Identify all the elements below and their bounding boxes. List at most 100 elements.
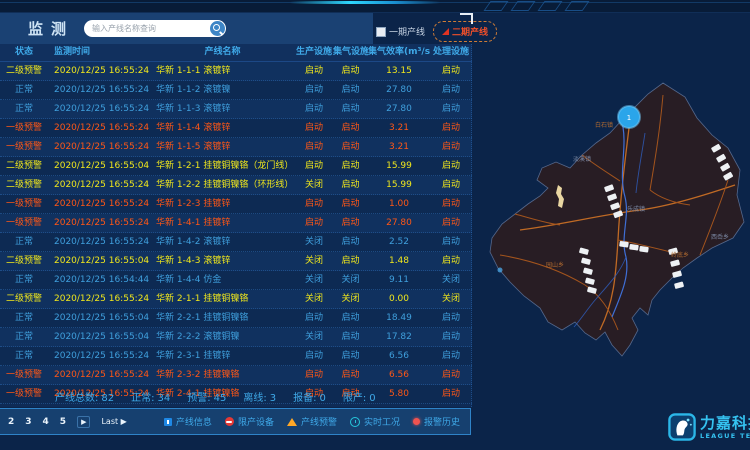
place-label: 西岙乡 [711, 233, 729, 241]
phase1-checkbox[interactable]: 一期产线 [376, 25, 425, 38]
summary-item: 离线:3 [243, 389, 276, 404]
treatment-cell: 启动 [430, 81, 472, 99]
cluster-marker[interactable]: 1 [618, 106, 640, 128]
brand-text: 力嘉科技 LEAGUE TECH [700, 415, 750, 440]
page-button[interactable]: 3 [25, 417, 31, 427]
time-cell: 2020/12/25 16:55:24 [48, 290, 150, 308]
search-box[interactable] [84, 20, 226, 37]
bottom-bar: 2 3 4 5 ▶ Last ▶ 产线信息 限产设备 产线预警 实时工况 报警历史 [0, 408, 471, 435]
line-name-cell: 华新 1-2-1 挂镀铜镍铬（龙门线） [150, 157, 295, 175]
table-row[interactable]: 一级预警 2020/12/25 16:55:24 华新 1-1-5 滚镀锌 启动… [0, 138, 472, 157]
place-label: 岭底乡 [671, 251, 689, 259]
efficiency-cell: 6.56 [368, 366, 430, 384]
time-cell: 2020/12/25 16:55:24 [48, 214, 150, 232]
column-header: 生产设施 [295, 44, 333, 61]
production-facility-cell: 关闭 [295, 176, 333, 194]
table-row[interactable]: 二级预警 2020/12/25 16:55:04 华新 1-4-3 滚镀锌 关闭… [0, 252, 472, 271]
legend-item[interactable]: 实时工况 [350, 415, 400, 428]
status-cell: 二级预警 [0, 290, 48, 308]
last-page-button[interactable]: Last ▶ [101, 417, 126, 426]
treatment-cell: 启动 [430, 100, 472, 118]
treatment-cell: 启动 [430, 62, 472, 80]
search-icon[interactable] [210, 21, 225, 36]
gas-facility-cell: 启动 [333, 233, 368, 251]
table-row[interactable]: 二级预警 2020/12/25 16:55:24 华新 2-1-1 挂镀铜镍铬 … [0, 290, 472, 309]
production-facility-cell: 关闭 [295, 252, 333, 270]
status-cell: 正常 [0, 100, 48, 118]
efficiency-cell: 17.82 [368, 328, 430, 346]
table-row[interactable]: 正常 2020/12/25 16:55:24 华新 1-1-3 滚镀锌 启动 启… [0, 100, 472, 119]
table-row[interactable]: 二级预警 2020/12/25 16:55:24 华新 1-2-2 挂镀铜镍铬（… [0, 176, 472, 195]
legend-item[interactable]: 产线信息 [164, 415, 212, 428]
status-cell: 正常 [0, 328, 48, 346]
line-name-cell: 华新 1-2-3 挂镀锌 [150, 195, 295, 213]
table-row[interactable]: 一级预警 2020/12/25 16:55:24 华新 1-4-1 挂镀锌 启动… [0, 214, 472, 233]
legend-item[interactable]: 限产设备 [225, 415, 274, 428]
table-row[interactable]: 一级预警 2020/12/25 16:55:24 华新 1-2-3 挂镀锌 启动… [0, 195, 472, 214]
table-row[interactable]: 二级预警 2020/12/25 16:55:24 华新 1-1-1 滚镀锌 启动… [0, 62, 472, 81]
gas-facility-cell: 启动 [333, 176, 368, 194]
time-cell: 2020/12/25 16:55:24 [48, 100, 150, 118]
gas-facility-cell: 启动 [333, 195, 368, 213]
status-cell: 一级预警 [0, 214, 48, 232]
gas-facility-cell: 启动 [333, 100, 368, 118]
treatment-cell: 启动 [430, 347, 472, 365]
production-facility-cell: 启动 [295, 81, 333, 99]
place-label: 淡溪镇 [573, 155, 591, 163]
pagination: 2 3 4 5 ▶ Last ▶ [0, 416, 127, 428]
table-row[interactable]: 一级预警 2020/12/25 16:55:24 华新 2-3-2 挂镀镍铬 启… [0, 366, 472, 385]
time-cell: 2020/12/25 16:54:44 [48, 271, 150, 289]
time-cell: 2020/12/25 16:55:04 [48, 309, 150, 327]
table-row[interactable]: 正常 2020/12/25 16:55:04 华新 2-2-2 滚镀铜镍 关闭 … [0, 328, 472, 347]
production-facility-cell: 关闭 [295, 233, 333, 251]
page-button[interactable]: 2 [8, 417, 14, 427]
checkbox-icon[interactable] [376, 27, 386, 37]
legend-item[interactable]: 报警历史 [413, 415, 460, 428]
table-row[interactable]: 正常 2020/12/25 16:55:04 华新 2-2-1 挂镀铜镍铬 启动… [0, 309, 472, 328]
time-cell: 2020/12/25 16:55:24 [48, 62, 150, 80]
search-input[interactable] [84, 24, 212, 33]
gas-facility-cell: 启动 [333, 81, 368, 99]
column-header: 集气设施 [333, 44, 368, 61]
table-header: 状态监测时间产线名称生产设施集气设施集气效率(m³/s)处理设施 [0, 44, 472, 62]
page-button[interactable]: 4 [43, 417, 49, 427]
place-label: 白石镇 [595, 121, 613, 129]
table-row[interactable]: 二级预警 2020/12/25 16:55:04 华新 1-2-1 挂镀铜镍铬（… [0, 157, 472, 176]
table-row[interactable]: 一级预警 2020/12/25 16:55:24 华新 1-1-4 滚镀锌 启动… [0, 119, 472, 138]
legend-item[interactable]: 产线预警 [287, 415, 337, 428]
table-row[interactable]: 正常 2020/12/25 16:55:24 华新 1-1-2 滚镀镍 启动 启… [0, 81, 472, 100]
status-cell: 正常 [0, 271, 48, 289]
line-name-cell: 华新 1-4-1 挂镀锌 [150, 214, 295, 232]
treatment-cell: 关闭 [430, 271, 472, 289]
table-row[interactable]: 正常 2020/12/25 16:55:24 华新 1-4-2 滚镀锌 关闭 启… [0, 233, 472, 252]
time-cell: 2020/12/25 16:55:24 [48, 119, 150, 137]
column-header: 集气效率(m³/s) [368, 44, 430, 61]
glow-streak [290, 1, 440, 4]
treatment-cell: 启动 [430, 119, 472, 137]
line-name-cell: 华新 1-1-2 滚镀镍 [150, 81, 295, 99]
efficiency-cell: 3.21 [368, 138, 430, 156]
table-row[interactable]: 正常 2020/12/25 16:54:44 华新 1-4-4 仿金 关闭 关闭… [0, 271, 472, 290]
brand-logo: 力嘉科技 LEAGUE TECH [668, 409, 750, 445]
next-page-button[interactable]: ▶ [77, 416, 90, 428]
column-header: 处理设施 [430, 44, 472, 61]
brand-name-en: LEAGUE TECH [700, 432, 750, 440]
summary-item: 限产:0 [343, 389, 376, 404]
line-name-cell: 华新 1-4-2 滚镀锌 [150, 233, 295, 251]
gas-facility-cell: 启动 [333, 328, 368, 346]
place-label: 园山乡 [546, 261, 564, 269]
table-row[interactable]: 正常 2020/12/25 16:55:24 华新 2-3-1 挂镀锌 启动 启… [0, 347, 472, 366]
time-cell: 2020/12/25 16:55:24 [48, 138, 150, 156]
forbid-icon [225, 417, 234, 426]
production-facility-cell: 启动 [295, 119, 333, 137]
clock-icon [350, 417, 360, 427]
production-facility-cell: 启动 [295, 100, 333, 118]
summary-item: 报备:0 [293, 389, 326, 404]
legend: 产线信息 限产设备 产线预警 实时工况 报警历史 [164, 415, 470, 428]
city-map[interactable]: 白石镇 淡溪镇 乐成镇 岭底乡 园山乡 西岙乡 1 [470, 13, 750, 450]
gas-facility-cell: 启动 [333, 214, 368, 232]
efficiency-cell: 27.80 [368, 214, 430, 232]
treatment-cell: 启动 [430, 233, 472, 251]
monitoring-table: 状态监测时间产线名称生产设施集气设施集气效率(m³/s)处理设施 二级预警 20… [0, 44, 472, 404]
page-button[interactable]: 5 [60, 417, 66, 427]
